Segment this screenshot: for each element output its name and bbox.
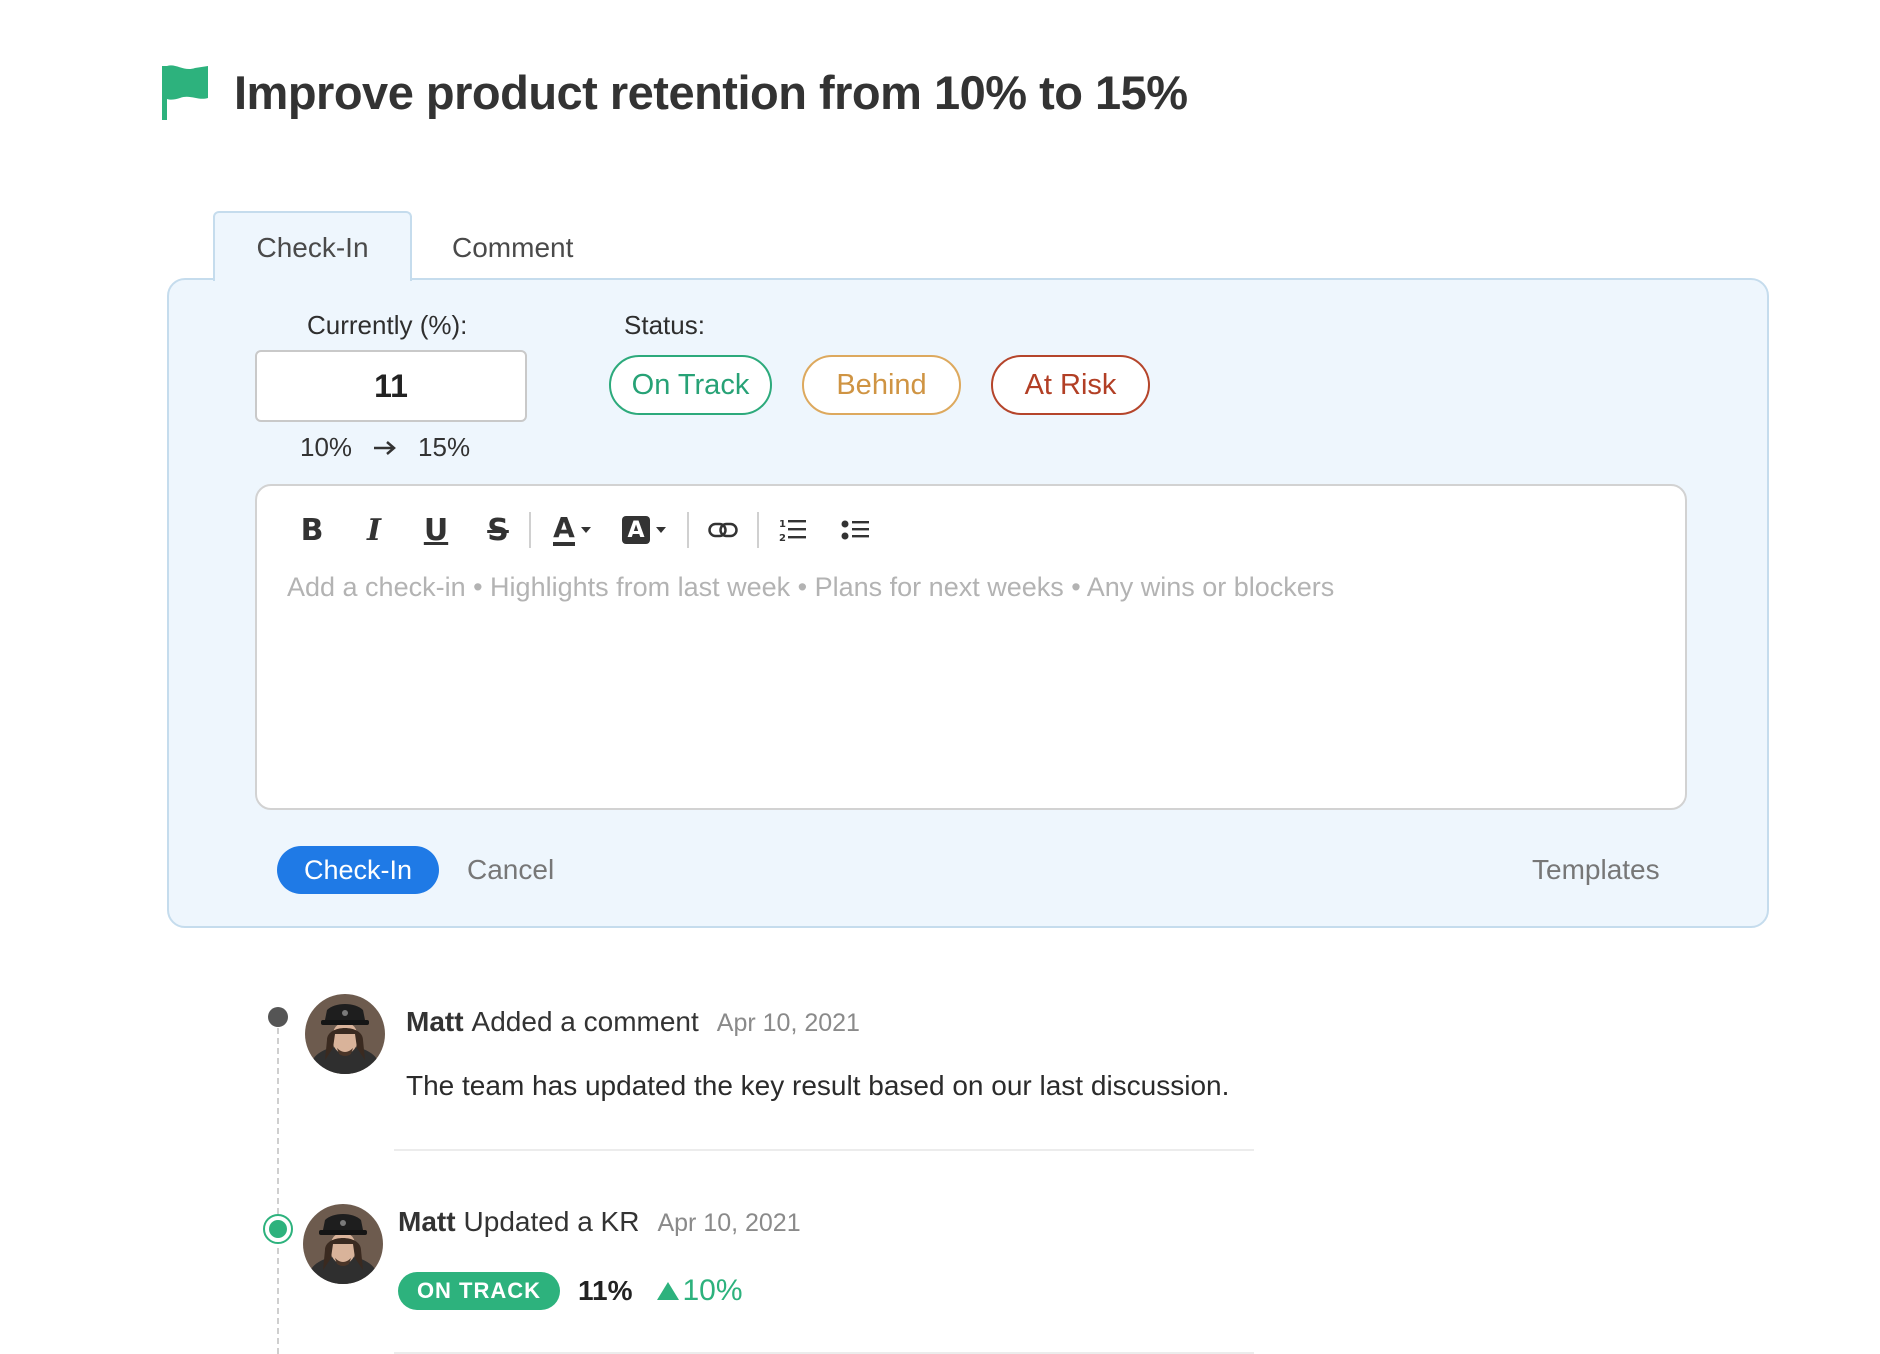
status-on-track-button[interactable]: On Track xyxy=(609,355,772,415)
caret-down-icon xyxy=(656,527,666,533)
kr-delta-value: 10% xyxy=(682,1274,743,1307)
kr-delta: 10% xyxy=(656,1274,743,1308)
timeline-entry-header: Matt Added a comment Apr 10, 2021 xyxy=(406,1006,860,1038)
range-start: 10% xyxy=(300,432,353,462)
bullet-list-icon xyxy=(841,520,869,540)
tab-check-in[interactable]: Check-In xyxy=(213,211,412,281)
entry-action: Updated a KR xyxy=(463,1206,640,1237)
toolbar-divider xyxy=(529,512,531,548)
timeline-dot-comment xyxy=(268,1007,288,1027)
entry-divider xyxy=(394,1149,1254,1151)
caret-down-icon xyxy=(580,527,591,533)
triangle-up-icon xyxy=(656,1282,679,1300)
link-icon xyxy=(708,522,738,538)
page-header: Improve product retention from 10% to 15… xyxy=(162,64,1188,120)
toolbar-divider xyxy=(757,512,759,548)
current-value-input[interactable] xyxy=(255,350,527,422)
avatar[interactable] xyxy=(303,1204,383,1284)
svg-text:2: 2 xyxy=(779,533,786,543)
underline-button[interactable]: U xyxy=(421,508,451,552)
highlight-color-button[interactable]: A xyxy=(617,508,671,552)
check-in-editor[interactable]: B I U S A A 1 2 Add a check-in • Highlig… xyxy=(255,484,1687,810)
svg-text:1: 1 xyxy=(779,519,786,530)
italic-button[interactable]: I xyxy=(359,508,389,552)
ordered-list-button[interactable]: 1 2 xyxy=(775,508,811,552)
highlight-icon: A xyxy=(622,516,650,544)
range-end: 15% xyxy=(418,432,471,462)
link-button[interactable] xyxy=(705,508,741,552)
check-in-panel: Currently (%): 10% 15% Status: On Track … xyxy=(167,278,1769,928)
cancel-button[interactable]: Cancel xyxy=(467,854,554,886)
text-color-button[interactable]: A xyxy=(547,508,597,552)
page: Improve product retention from 10% to 15… xyxy=(0,0,1880,1354)
comment-body: The team has updated the key result base… xyxy=(406,1070,1230,1101)
arrow-right-icon xyxy=(374,440,396,455)
kr-update-row: ON TRACK 11% 10% xyxy=(398,1272,743,1310)
author-name[interactable]: Matt xyxy=(398,1206,456,1238)
user-avatar-icon xyxy=(305,994,385,1074)
entry-action: Added a comment xyxy=(471,1006,699,1037)
ordered-list-icon: 1 2 xyxy=(779,519,806,543)
timeline-entry-header: Matt Updated a KR Apr 10, 2021 xyxy=(398,1206,801,1238)
status-label: Status: xyxy=(624,310,705,340)
page-title: Improve product retention from 10% to 15… xyxy=(234,65,1188,119)
user-avatar-icon xyxy=(303,1204,383,1284)
status-behind-button[interactable]: Behind xyxy=(802,355,961,415)
toolbar-divider xyxy=(687,512,689,548)
status-at-risk-button[interactable]: At Risk xyxy=(991,355,1150,415)
timeline-dot-kr-update xyxy=(263,1214,293,1244)
current-value-label: Currently (%): xyxy=(307,310,468,340)
avatar[interactable] xyxy=(305,994,385,1074)
author-name[interactable]: Matt xyxy=(406,1006,464,1038)
flag-icon xyxy=(162,65,208,120)
strikethrough-button[interactable]: S xyxy=(483,508,513,552)
check-in-submit-button[interactable]: Check-In xyxy=(277,846,439,894)
tab-bar: Check-In Comment xyxy=(213,211,573,281)
editor-toolbar: B I U S A A 1 2 xyxy=(297,508,873,552)
tab-comment[interactable]: Comment xyxy=(452,215,573,281)
bold-button[interactable]: B xyxy=(297,508,327,552)
text-color-icon: A xyxy=(553,511,575,546)
kr-value: 11% xyxy=(578,1275,633,1306)
entry-date: Apr 10, 2021 xyxy=(716,1009,860,1037)
target-range: 10% 15% xyxy=(300,432,470,463)
status-badge: ON TRACK xyxy=(398,1272,560,1310)
editor-placeholder[interactable]: Add a check-in • Highlights from last we… xyxy=(287,572,1334,603)
entry-date: Apr 10, 2021 xyxy=(657,1209,801,1237)
bullet-list-button[interactable] xyxy=(837,508,873,552)
timeline-line xyxy=(277,1018,279,1354)
templates-button[interactable]: Templates xyxy=(1532,854,1660,886)
